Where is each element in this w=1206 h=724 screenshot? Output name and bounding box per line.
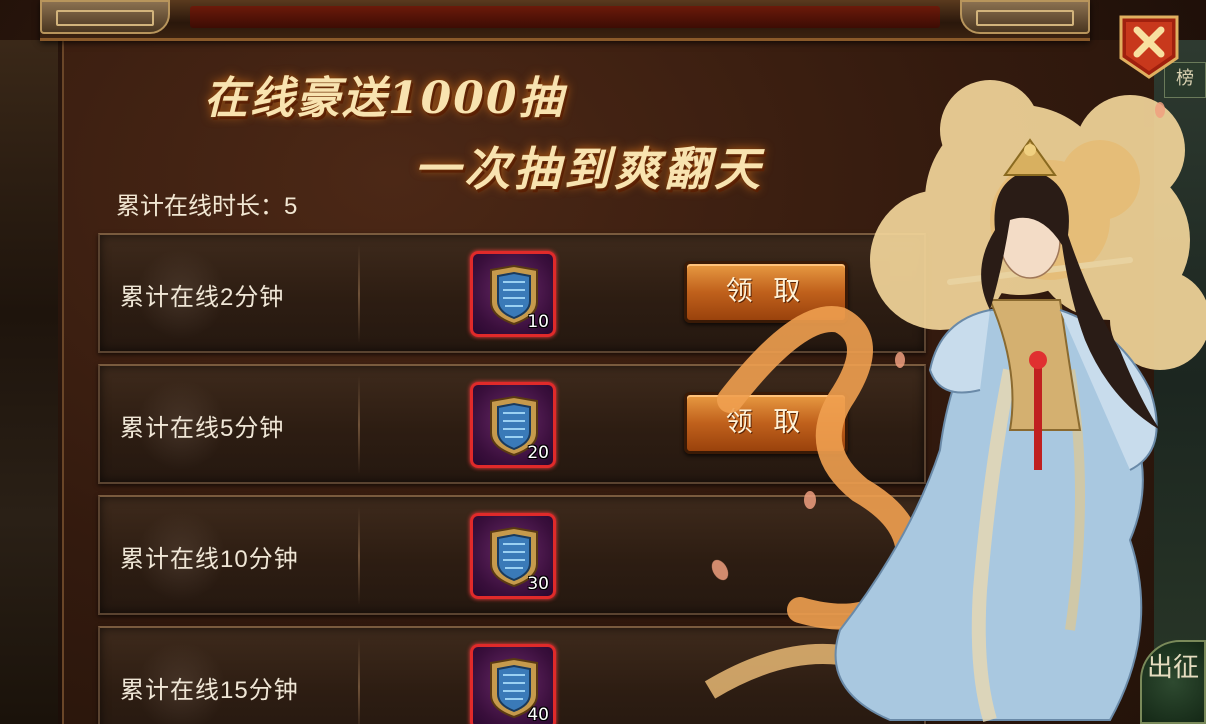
reward-condition-label: 累计在线10分钟	[120, 546, 299, 573]
background-scene-left	[0, 40, 58, 724]
reward-item-slot[interactable]: 20	[470, 382, 556, 468]
online-time-value: 5	[284, 193, 298, 220]
item-count: 30	[527, 574, 549, 594]
row-divider	[358, 507, 360, 605]
item-count: 40	[527, 705, 549, 724]
frame-corner-left	[40, 0, 170, 34]
reward-condition-label: 累计在线5分钟	[120, 415, 285, 442]
reward-item-slot[interactable]: 40	[470, 644, 556, 724]
reward-item-slot[interactable]: 30	[470, 513, 556, 599]
game-screen: 榜 在线豪送1000抽 一次抽到爽翻天 累计在线时长：5 累计在线2分钟 10 …	[0, 0, 1206, 724]
panel-top-frame	[40, 0, 1090, 41]
row-divider	[358, 638, 360, 724]
character-illustration	[704, 80, 1206, 723]
event-title-line1: 在线豪送1000抽	[204, 73, 565, 124]
item-count: 10	[527, 312, 549, 332]
reward-item-slot[interactable]: 10	[470, 251, 556, 337]
close-button[interactable]	[1118, 14, 1180, 80]
reward-condition-label: 累计在线2分钟	[120, 284, 285, 311]
expedition-button[interactable]: 出征	[1140, 640, 1206, 724]
frame-corner-right	[960, 0, 1090, 34]
row-divider	[358, 376, 360, 474]
row-divider	[358, 245, 360, 343]
close-icon	[1119, 15, 1179, 79]
item-count: 20	[527, 443, 549, 463]
top-frame-inlay	[190, 6, 940, 28]
online-time-display: 累计在线时长：5	[116, 186, 297, 221]
online-time-label: 累计在线时长：	[116, 193, 284, 220]
reward-condition-label: 累计在线15分钟	[120, 677, 299, 704]
